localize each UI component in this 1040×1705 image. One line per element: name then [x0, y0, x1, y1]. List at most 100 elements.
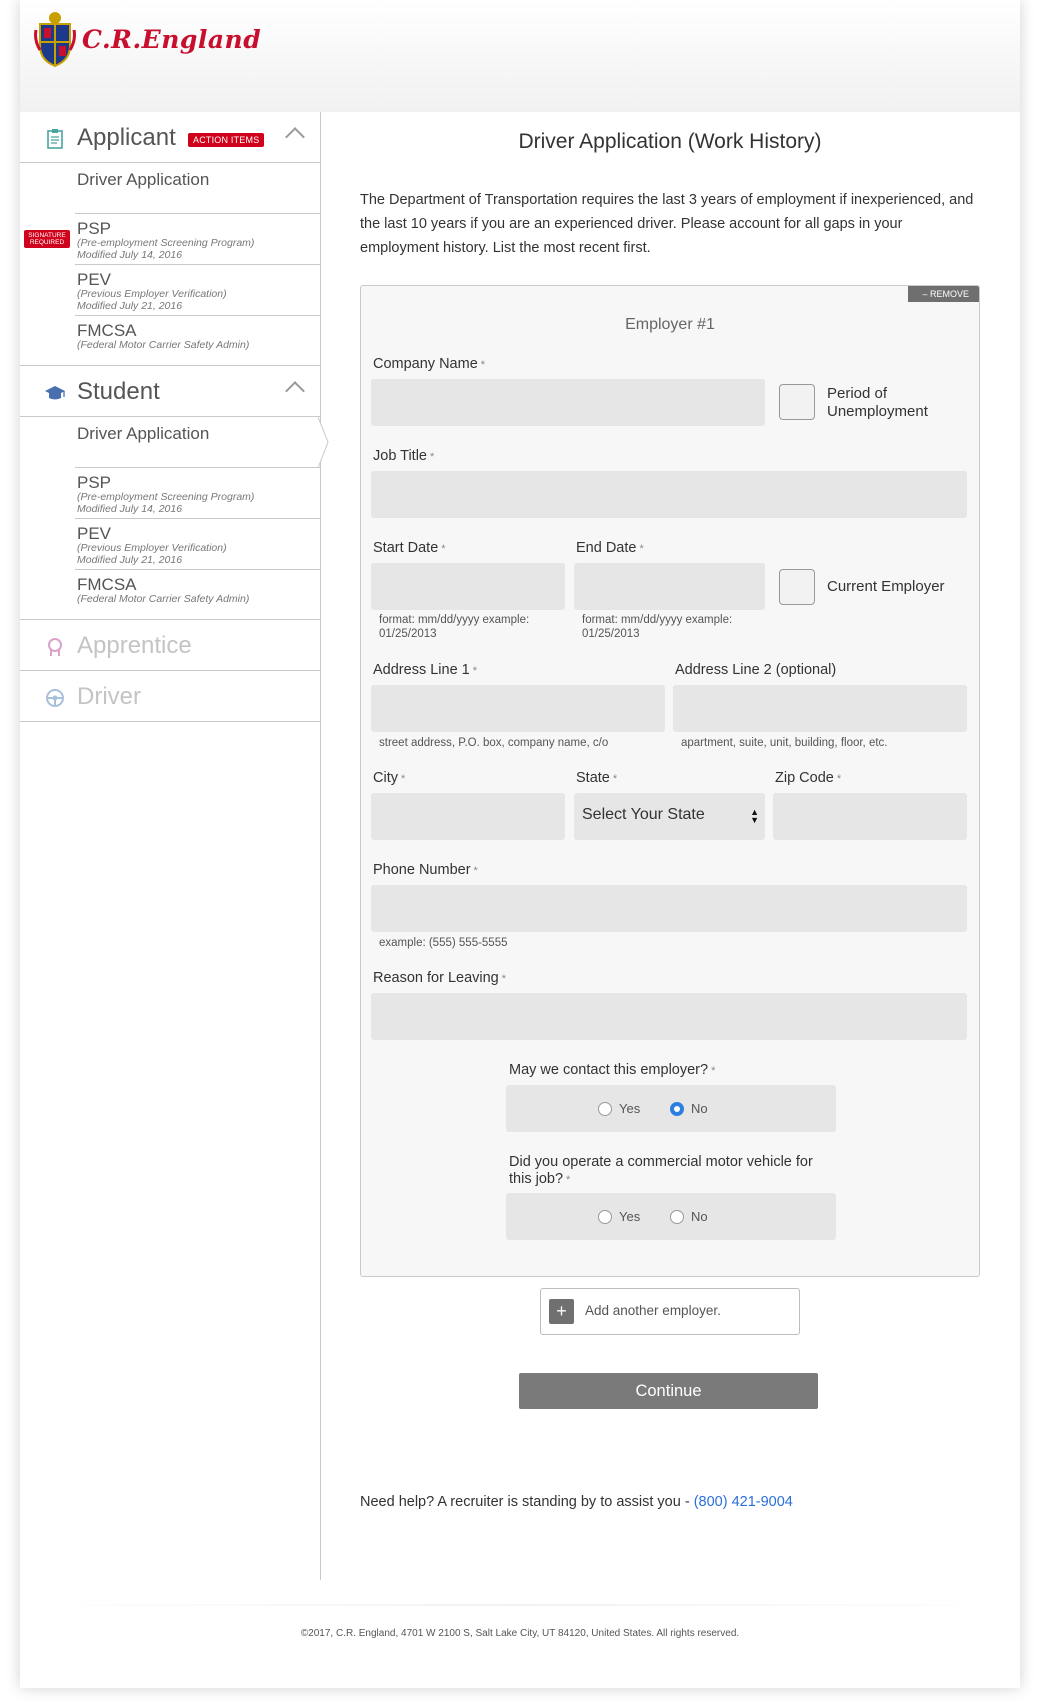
modified-date: Modified July 21, 2016	[77, 554, 183, 566]
city-input[interactable]	[371, 793, 565, 840]
required-mark: *	[711, 1065, 716, 1077]
label-text: Did you operate a commercial motor vehic…	[509, 1154, 813, 1187]
sidebar-item-driver-application[interactable]: Driver Application	[75, 163, 320, 213]
applicant-items: Driver Application SIGNATURE REQUIRED PS…	[20, 163, 320, 366]
active-pointer	[318, 417, 329, 468]
sidebar-section-student[interactable]: Student	[20, 366, 320, 417]
end-date-input[interactable]	[574, 563, 765, 610]
unemployment-checkbox[interactable]	[779, 384, 815, 420]
add-employer-label: Add another employer.	[585, 1303, 721, 1318]
sidebar-item-subtitle: (Federal Motor Carrier Safety Admin)	[77, 339, 250, 351]
sidebar-item-label: FMCSA	[77, 575, 137, 594]
state-select[interactable]: Select Your State ▲ ▼	[574, 793, 765, 840]
contact-no-radio[interactable]: No	[670, 1101, 708, 1116]
label-text: City	[373, 770, 398, 786]
employer-card: – REMOVE Employer #1 Company Name * Perio…	[360, 285, 980, 1277]
sidebar-item-driver-application-active[interactable]: Driver Application	[75, 417, 329, 468]
phone-input[interactable]	[371, 885, 967, 932]
radio-circle[interactable]	[598, 1101, 612, 1116]
zip-input[interactable]	[773, 793, 967, 840]
add-employer-button[interactable]: + Add another employer.	[540, 1288, 800, 1335]
recruiter-phone-link[interactable]: (800) 421-9004	[694, 1494, 793, 1510]
label-text: State	[576, 770, 610, 786]
help-line: Need help? A recruiter is standing by to…	[360, 1494, 793, 1510]
cmv-no-radio[interactable]: No	[670, 1209, 708, 1224]
sidebar-item-subtitle: (Previous Employer Verification) Modifie…	[77, 288, 227, 312]
select-arrows-icon: ▲ ▼	[750, 807, 759, 825]
footer-divider	[20, 1604, 1020, 1606]
subtitle-text: (Pre-employment Screening Program)	[77, 237, 255, 249]
sidebar-item-pev[interactable]: PEV (Previous Employer Verification) Mod…	[75, 264, 320, 315]
address2-input[interactable]	[673, 685, 967, 732]
sidebar-item-label: PEV	[77, 270, 112, 289]
sidebar-section-apprentice[interactable]: Apprentice	[20, 620, 320, 671]
label-text: Phone Number	[373, 862, 471, 878]
apprentice-icon	[48, 638, 62, 656]
intro-text: The Department of Transportation require…	[360, 192, 974, 256]
required-mark: *	[430, 451, 435, 463]
steering-wheel-icon	[46, 689, 64, 707]
phone-label: Phone Number *	[373, 862, 478, 878]
company-name-label: Company Name *	[373, 356, 485, 372]
start-date-input[interactable]	[371, 563, 565, 610]
contact-yes-radio[interactable]: Yes	[598, 1101, 640, 1116]
label-text: Job Title	[373, 448, 427, 464]
unemployment-label: Period of Unemployment	[827, 385, 928, 420]
sidebar-item-psp[interactable]: SIGNATURE REQUIRED PSP (Pre-employment S…	[24, 213, 320, 264]
subtitle-text: (Pre-employment Screening Program)	[77, 491, 255, 503]
sidebar-item-fmcsa[interactable]: FMCSA (Federal Motor Carrier Safety Admi…	[75, 315, 320, 365]
address2-label: Address Line 2 (optional)	[675, 662, 837, 678]
sidebar-item-subtitle: (Pre-employment Screening Program) Modif…	[77, 237, 254, 261]
chevron-up-icon[interactable]	[285, 127, 305, 147]
reason-input[interactable]	[371, 993, 967, 1040]
end-date-help: format: mm/dd/yyyy example: 01/25/2013	[582, 614, 733, 640]
page-card: C.R.England Applicant ACTION ITEMS Drive…	[20, 0, 1020, 1688]
reason-label: Reason for Leaving *	[373, 970, 506, 986]
required-mark: *	[639, 543, 644, 555]
sidebar-section-title: Apprentice	[77, 632, 192, 659]
cmv-yes-radio[interactable]: Yes	[598, 1209, 640, 1224]
required-mark: *	[400, 773, 406, 785]
radio-circle[interactable]	[670, 1209, 684, 1224]
label-text: May we contact this employer?	[509, 1062, 709, 1078]
required-mark: *	[480, 359, 486, 371]
current-employer-checkbox[interactable]	[779, 569, 815, 605]
employer-title: Employer #1	[625, 316, 715, 333]
modified-date: Modified July 14, 2016	[77, 503, 183, 515]
radio-label: Yes	[619, 1101, 641, 1116]
sidebar-section-title: Student	[77, 378, 160, 405]
address1-input[interactable]	[371, 685, 665, 732]
zip-label: Zip Code *	[775, 770, 841, 786]
radio-circle-selected[interactable]	[670, 1101, 684, 1116]
required-mark: *	[473, 865, 478, 877]
radio-circle[interactable]	[598, 1209, 612, 1224]
sidebar-item-fmcsa[interactable]: FMCSA (Federal Motor Carrier Safety Admi…	[75, 569, 320, 619]
modified-date: Modified July 21, 2016	[77, 300, 183, 312]
chevron-up-icon[interactable]	[285, 381, 305, 401]
address1-help: street address, P.O. box, company name, …	[379, 737, 609, 749]
current-employer-label: Current Employer	[827, 578, 945, 595]
brand-logo[interactable]: C.R.England	[34, 10, 261, 68]
required-mark: *	[836, 773, 842, 785]
continue-button[interactable]: Continue	[519, 1373, 818, 1409]
cmv-radio-group: Yes No	[506, 1193, 836, 1240]
required-mark: *	[472, 665, 478, 677]
company-name-input[interactable]	[371, 379, 765, 426]
sidebar-section-title: Applicant	[77, 124, 176, 151]
state-label: State *	[576, 770, 617, 786]
sidebar-section-applicant[interactable]: Applicant ACTION ITEMS	[20, 112, 320, 163]
phone-help: example: (555) 555-5555	[379, 937, 508, 949]
sidebar-item-psp[interactable]: PSP (Pre-employment Screening Program) M…	[75, 467, 320, 518]
remove-employer-button[interactable]: – REMOVE	[908, 286, 979, 302]
sidebar-item-pev[interactable]: PEV (Previous Employer Verification) Mod…	[75, 518, 320, 569]
label-text: Address Line 1	[373, 662, 470, 678]
address1-label: Address Line 1 *	[373, 662, 477, 678]
sidebar-section-driver[interactable]: Driver	[20, 671, 320, 722]
graduation-cap-icon	[45, 386, 65, 400]
job-title-label: Job Title *	[373, 448, 434, 464]
job-title-input[interactable]	[371, 471, 967, 518]
signature-required-badge: SIGNATURE REQUIRED	[24, 230, 70, 248]
subtitle-text: (Previous Employer Verification)	[77, 288, 227, 300]
required-mark: *	[612, 773, 618, 785]
required-mark: *	[566, 1174, 571, 1186]
